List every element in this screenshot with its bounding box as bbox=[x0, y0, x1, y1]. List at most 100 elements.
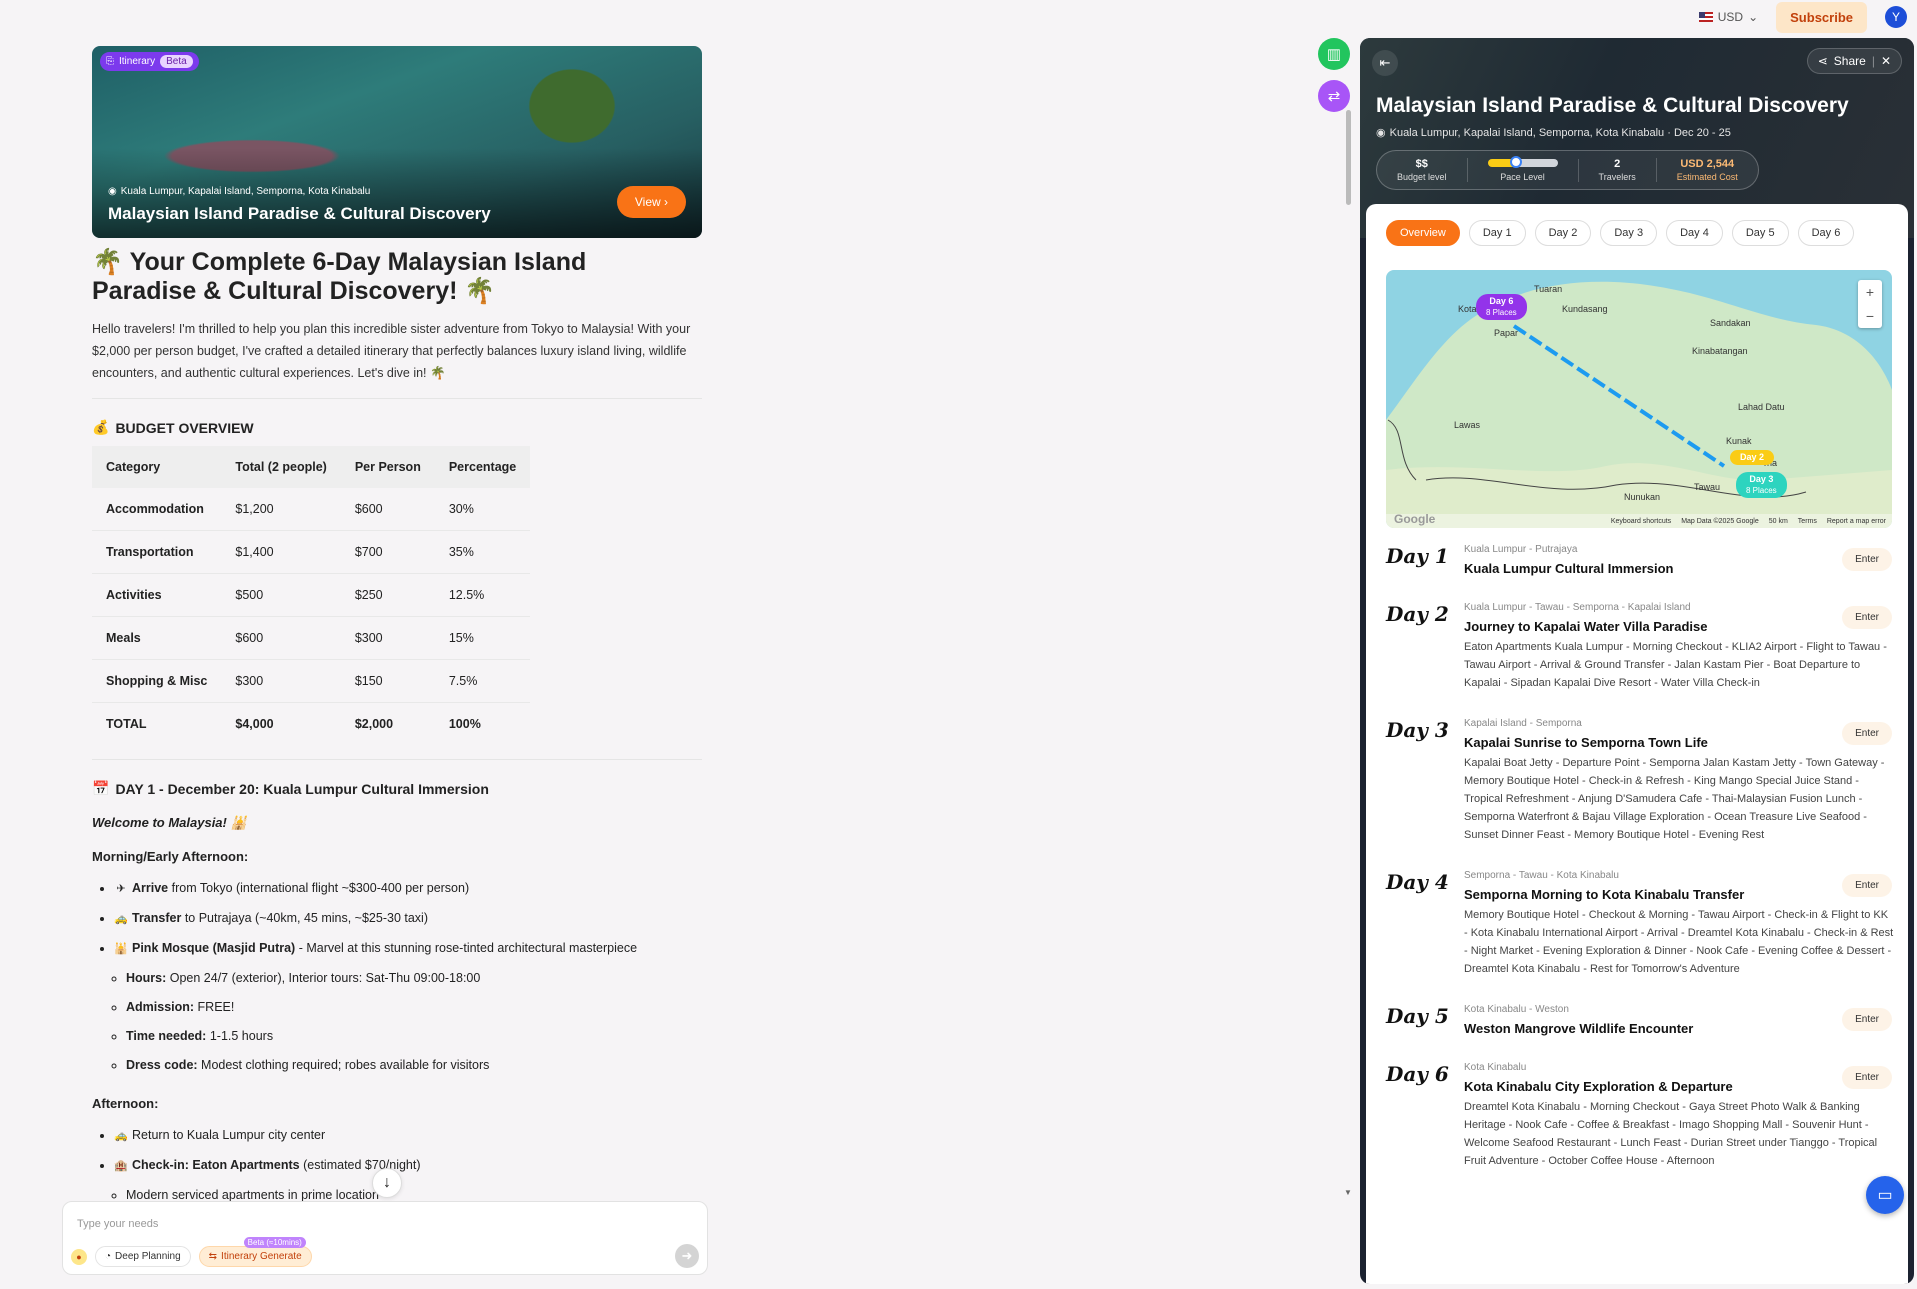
pace-level-stat: Pace Level bbox=[1468, 155, 1579, 182]
list-item: 🚕 Transfer to Putrajaya (~40km, 45 mins, … bbox=[114, 904, 704, 934]
report-map-error-link[interactable]: Report a map error bbox=[1827, 518, 1886, 525]
itinerary-beta-badge: Beta (≈10mins) bbox=[243, 1237, 306, 1248]
table-cell: Accommodation bbox=[92, 488, 222, 531]
list-item-text: Return to Kuala Lumpur city center bbox=[132, 1128, 326, 1142]
currency-label: USD bbox=[1717, 10, 1744, 24]
list-item-bold: Admission: bbox=[126, 1000, 195, 1014]
view-button[interactable]: View › bbox=[616, 186, 686, 218]
day-card[interactable]: Day 4 Semporna - Tawau - Kota Kinabalu Sem… bbox=[1384, 870, 1894, 978]
tab-day-6[interactable]: Day 6 bbox=[1797, 220, 1855, 246]
tab-day-4[interactable]: Day 4 bbox=[1666, 220, 1723, 246]
budget-column-header: Total (2 people) bbox=[221, 446, 341, 488]
tab-day-3[interactable]: Day 3 bbox=[1600, 220, 1658, 246]
enter-day-button[interactable]: Enter bbox=[1842, 722, 1892, 745]
table-cell: TOTAL bbox=[106, 717, 147, 731]
day-card[interactable]: Day 2 Kuala Lumpur - Tawau - Semporna - K… bbox=[1384, 602, 1894, 692]
message-input[interactable]: Type your needs bbox=[77, 1218, 158, 1230]
map-pin-day-3[interactable]: Day 3 8 Places bbox=[1736, 472, 1787, 498]
send-button[interactable]: ➜ bbox=[675, 1244, 699, 1268]
share-button[interactable]: ⋖ Share | ✕ bbox=[1806, 48, 1902, 74]
list-item: Admission: FREE! bbox=[126, 993, 704, 1022]
mosque-details: Hours: Open 24/7 (exterior), Interior to… bbox=[114, 964, 704, 1080]
map-toggle-button[interactable]: ▥ bbox=[1318, 38, 1350, 70]
day-card[interactable]: Day 3 Kapalai Island - Semporna Kapalai Su… bbox=[1384, 718, 1894, 844]
zoom-out-button[interactable]: − bbox=[1858, 304, 1882, 328]
palm-tree-icon: 🌴 bbox=[464, 277, 496, 305]
enter-day-button[interactable]: Enter bbox=[1842, 606, 1892, 629]
day-card[interactable]: Day 6 Kota Kinabalu Kota Kinabalu City Exp… bbox=[1384, 1062, 1894, 1170]
list-item-bold: Check-in: Eaton Apartments bbox=[132, 1158, 300, 1172]
enter-day-button[interactable]: Enter bbox=[1842, 1066, 1892, 1089]
list-item-text: - Marvel at this stunning rose-tinted ar… bbox=[295, 941, 638, 955]
welcome-line: Welcome to Malaysia! 🕌 bbox=[92, 815, 704, 831]
view-label: View bbox=[634, 195, 661, 209]
map-pin-label: Day 3 bbox=[1749, 474, 1774, 484]
currency-selector[interactable]: USD ⌄ bbox=[1698, 10, 1758, 24]
table-cell: Meals bbox=[92, 616, 222, 660]
scroll-arrow-down-icon[interactable]: ▼ bbox=[1344, 1188, 1352, 1197]
budget-heading: 💰 BUDGET OVERVIEW bbox=[92, 419, 704, 436]
day-route: Kapalai Island - Semporna bbox=[1464, 718, 1582, 729]
tab-day-1[interactable]: Day 1 bbox=[1468, 220, 1526, 246]
map-pin-day-6[interactable]: Day 6 8 Places bbox=[1476, 294, 1527, 320]
close-icon[interactable]: ✕ bbox=[1881, 54, 1891, 68]
map-label: Lahad Datu bbox=[1738, 402, 1785, 412]
palm-tree-icon: 🌴 bbox=[92, 248, 124, 276]
day-route: Kuala Lumpur - Putrajaya bbox=[1464, 544, 1578, 555]
budget-level-label: Budget level bbox=[1397, 172, 1447, 182]
chat-scrollbar[interactable] bbox=[1346, 110, 1351, 205]
share-icon: ⋖ bbox=[1817, 54, 1828, 68]
map-pin-day-2[interactable]: Day 2 bbox=[1730, 450, 1775, 465]
day-list: Day 1 Kuala Lumpur - Putrajaya Kuala Lumpu… bbox=[1384, 544, 1894, 1196]
palm-tree-icon: 🌴 bbox=[430, 366, 446, 380]
collapse-panel-button[interactable]: ⇤ bbox=[1372, 50, 1398, 76]
map-pin-places: 8 Places bbox=[1746, 486, 1777, 495]
day-card[interactable]: Day 5 Kota Kinabalu - Weston Weston Mangro… bbox=[1384, 1004, 1894, 1036]
table-cell: $700 bbox=[340, 530, 435, 574]
arrow-down-icon: ↓ bbox=[383, 1174, 391, 1191]
keyboard-shortcuts-link[interactable]: Keyboard shortcuts bbox=[1611, 518, 1671, 525]
day-script-label: Day 1 bbox=[1384, 544, 1449, 572]
share-label: Share bbox=[1833, 54, 1866, 68]
enter-day-button[interactable]: Enter bbox=[1842, 548, 1892, 571]
list-item-bold: Transfer bbox=[132, 911, 182, 925]
enter-day-button[interactable]: Enter bbox=[1842, 1008, 1892, 1031]
tab-day-5[interactable]: Day 5 bbox=[1731, 220, 1789, 246]
route-icon: ⇄ bbox=[1327, 88, 1341, 105]
map-scale: 50 km bbox=[1768, 517, 1788, 525]
route-toggle-button[interactable]: ⇄ bbox=[1318, 80, 1350, 112]
terms-link[interactable]: Terms bbox=[1798, 518, 1817, 525]
deep-planning-toggle[interactable]: ◔ Deep Planning bbox=[95, 1246, 191, 1267]
table-cell: Activities bbox=[92, 573, 222, 617]
day-script-label: Day 5 bbox=[1384, 1004, 1449, 1032]
travelers-stat: 2 Travelers bbox=[1579, 158, 1657, 182]
message-composer[interactable]: Type your needs ● ◔ Deep Planning Beta (… bbox=[62, 1201, 708, 1275]
route-map[interactable]: Tuaran Kota Ki Kundasang Papar Sandakan … bbox=[1386, 270, 1892, 528]
enter-day-button[interactable]: Enter bbox=[1842, 874, 1892, 897]
tab-day-2[interactable]: Day 2 bbox=[1534, 220, 1592, 246]
mosque-icon: 🕌 bbox=[230, 815, 247, 830]
tab-overview[interactable]: Overview bbox=[1386, 220, 1460, 246]
support-chat-button[interactable]: ▭ bbox=[1866, 1176, 1904, 1214]
day-title: Journey to Kapalai Water Villa Paradise bbox=[1464, 619, 1708, 634]
itinerary-hero-card[interactable]: ⎘ Itinerary Beta ◉ Kuala Lumpur, Kapalai… bbox=[92, 46, 702, 238]
table-row: Activities $500 $250 12.5% bbox=[92, 573, 531, 617]
day-card[interactable]: Day 1 Kuala Lumpur - Putrajaya Kuala Lumpu… bbox=[1384, 544, 1894, 576]
microphone-icon[interactable]: ● bbox=[71, 1248, 87, 1265]
calendar-icon: 📅 bbox=[92, 780, 110, 796]
zoom-in-button[interactable]: + bbox=[1858, 280, 1882, 304]
scroll-down-button[interactable]: ↓ bbox=[372, 1168, 402, 1198]
itinerary-generate-toggle[interactable]: Beta (≈10mins) ⇆ Itinerary Generate bbox=[198, 1237, 312, 1267]
arrow-left-bar-icon: ⇤ bbox=[1379, 55, 1391, 70]
bullet-icon: ✈ bbox=[116, 883, 126, 895]
subscribe-button[interactable]: Subscribe bbox=[1776, 1, 1867, 33]
avatar[interactable]: Y bbox=[1885, 6, 1907, 28]
budget-column-header: Percentage bbox=[434, 446, 531, 488]
list-item-bold: Pink Mosque (Masjid Putra) bbox=[132, 941, 296, 955]
divider bbox=[92, 398, 702, 399]
bullet-icon: 🚕 bbox=[114, 913, 128, 925]
beta-badge: Beta bbox=[160, 55, 193, 68]
day-script-text: Day 3 bbox=[1386, 718, 1449, 742]
composer-tools: ● ◔ Deep Planning Beta (≈10mins) ⇆ Itine… bbox=[71, 1237, 312, 1267]
day-description: Memory Boutique Hotel - Checkout & Morni… bbox=[1464, 909, 1894, 975]
